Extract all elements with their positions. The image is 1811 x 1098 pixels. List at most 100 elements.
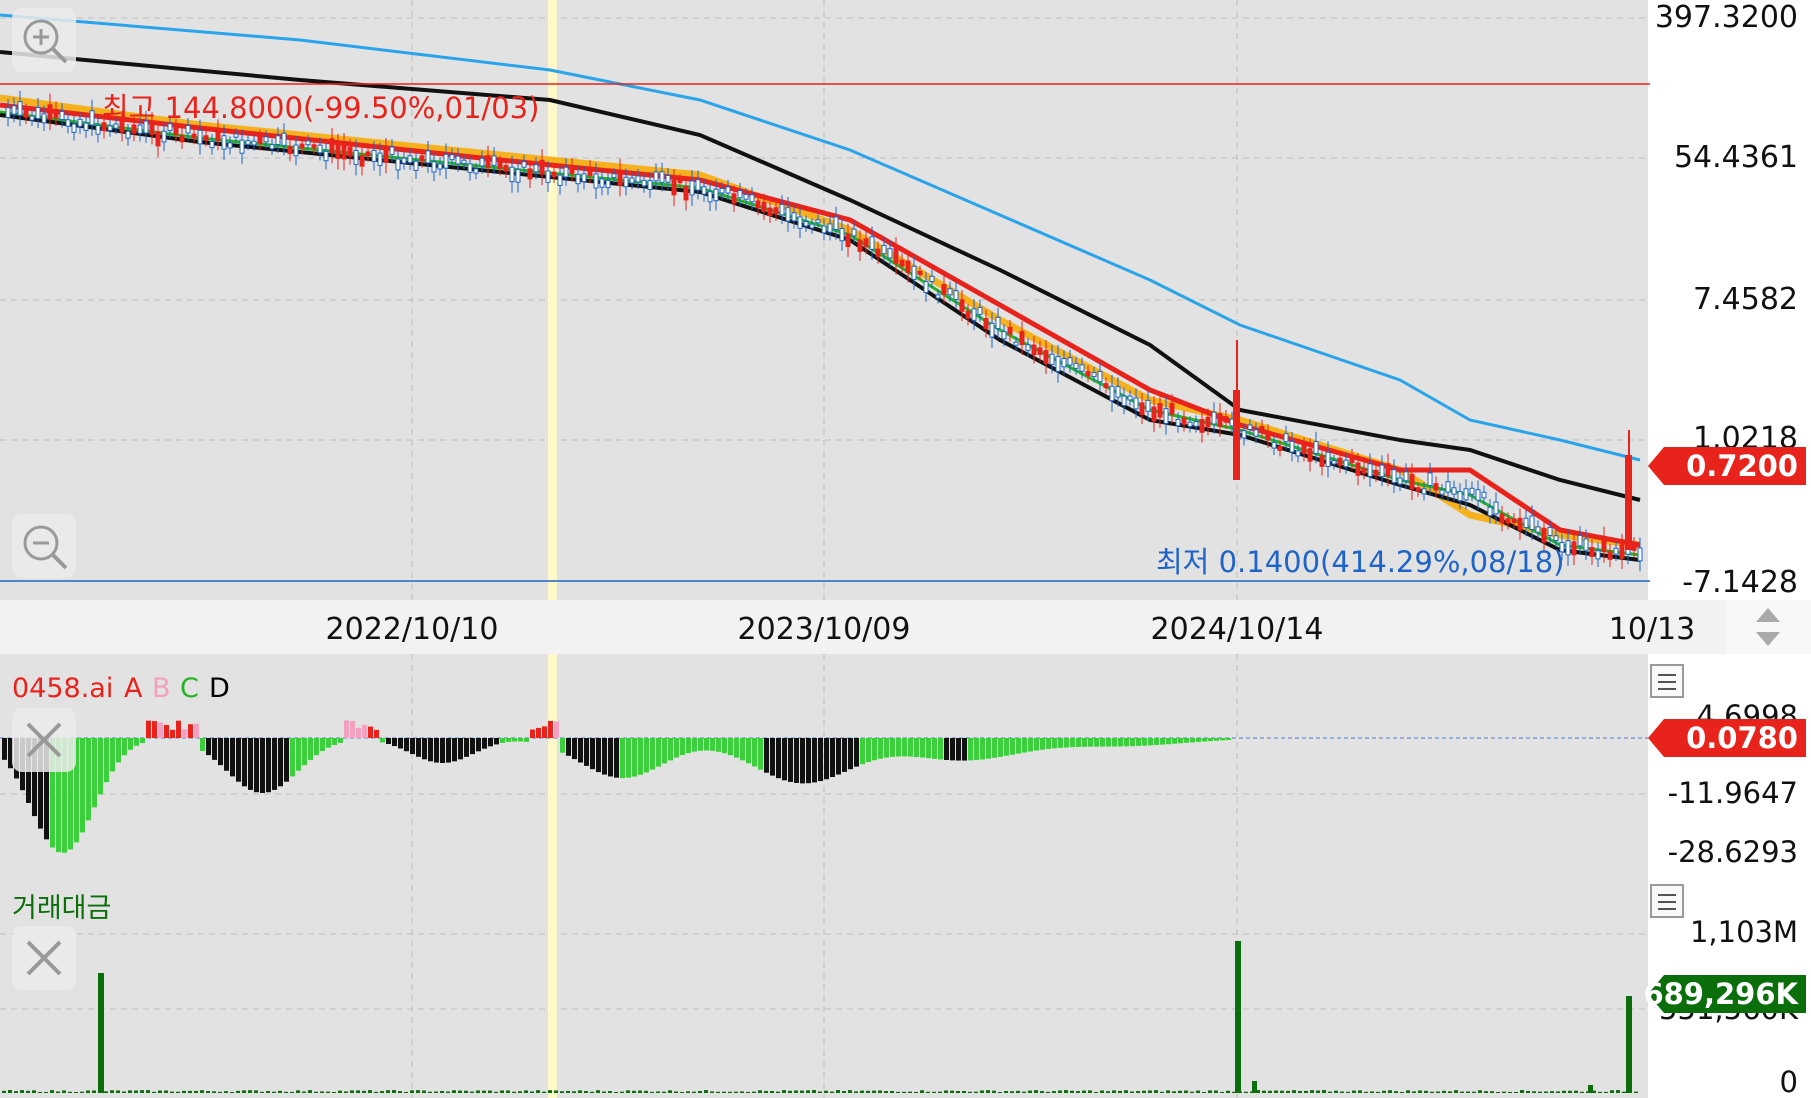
- volume-bar: [1430, 1091, 1434, 1093]
- volume-bar: [1574, 1090, 1578, 1093]
- oscillator-bar: [1124, 738, 1129, 747]
- candle-body: [1301, 445, 1307, 454]
- candle-body: [695, 179, 701, 191]
- candle-body: [1109, 385, 1115, 402]
- oscillator-bar: [308, 738, 313, 760]
- candle-body: [1457, 491, 1463, 502]
- volume-bar: [410, 1090, 414, 1093]
- price-chart-panel[interactable]: 최고 144.8000(-99.50%,01/03) 최저 0.1400(414…: [0, 0, 1811, 600]
- oscillator-bar: [704, 738, 709, 751]
- scroll-arrows-button[interactable]: [1726, 600, 1811, 654]
- oscillator-bar: [764, 738, 769, 773]
- candle-body: [701, 186, 707, 195]
- volume-bar: [968, 1091, 972, 1093]
- oscillator-bar: [668, 738, 673, 761]
- volume-bar: [746, 1091, 750, 1093]
- volume-bar: [818, 1091, 822, 1093]
- volume-bar: [752, 1091, 756, 1093]
- candle-body: [875, 248, 881, 257]
- candle-body: [659, 171, 665, 183]
- candle-body: [287, 146, 293, 155]
- candle-body: [389, 146, 395, 155]
- zoom-in-button[interactable]: [12, 8, 76, 72]
- volume-panel[interactable]: 거래대금 1,103M 551,560K 0 689,296K: [0, 874, 1811, 1098]
- date-axis-label: 10/13: [1609, 612, 1695, 647]
- candle-body: [533, 164, 539, 173]
- candle-body: [455, 155, 461, 165]
- candle-body: [791, 212, 797, 222]
- zoom-out-button[interactable]: [12, 514, 76, 578]
- volume-bar: [1400, 1091, 1404, 1093]
- candle-body: [1217, 413, 1223, 427]
- candle-body: [863, 238, 869, 247]
- volume-bar: [176, 1091, 180, 1093]
- volume-bar: [992, 1090, 996, 1093]
- volume-bar: [656, 1091, 660, 1093]
- volume-bar: [740, 1091, 744, 1093]
- volume-bar: [1196, 1090, 1200, 1093]
- volume-bar: [1634, 1091, 1638, 1093]
- volume-bar: [506, 1090, 510, 1093]
- candle-body: [1373, 469, 1379, 476]
- volume-menu-button[interactable]: [1650, 884, 1684, 918]
- oscillator-menu-button[interactable]: [1650, 664, 1684, 698]
- candle-body: [1091, 372, 1097, 377]
- price-chart[interactable]: 최고 144.8000(-99.50%,01/03) 최저 0.1400(414…: [0, 0, 1811, 600]
- volume-bar: [902, 1091, 906, 1093]
- volume-bar: [236, 1090, 240, 1093]
- volume-bar: [1274, 1090, 1278, 1093]
- oscillator-bar: [692, 738, 697, 752]
- volume-bar: [1316, 1090, 1320, 1093]
- oscillator-bar: [218, 738, 223, 766]
- volume-bar: [1436, 1091, 1440, 1093]
- volume-bar: [1220, 1091, 1224, 1093]
- oscillator-bar: [338, 738, 343, 743]
- oscillator-bar: [1064, 738, 1069, 748]
- volume-bar: [488, 1090, 492, 1093]
- volume-bar: [1100, 1090, 1104, 1093]
- candle-body: [59, 110, 65, 120]
- volume-bar: [1478, 1090, 1482, 1093]
- volume-bar: [866, 1090, 870, 1093]
- candle-body: [29, 115, 35, 121]
- volume-bar: [1484, 1091, 1488, 1093]
- volume-bar: [140, 1090, 144, 1093]
- oscillator-bar: [968, 738, 973, 761]
- volume-chart[interactable]: 거래대금 1,103M 551,560K 0 689,296K: [0, 874, 1811, 1098]
- volume-bar: [260, 1091, 264, 1093]
- volume-bar: [956, 1091, 960, 1093]
- volume-bar: [212, 1091, 216, 1093]
- candle-body: [263, 136, 269, 143]
- oscillator-panel[interactable]: 0458.ai A B C D 4.6998 -11.9647 -28.6293…: [0, 654, 1811, 874]
- oscillator-bar: [1178, 738, 1183, 744]
- volume-bar: [218, 1091, 222, 1093]
- candle-body: [479, 157, 485, 167]
- candle-body: [377, 152, 383, 167]
- volume-bar: [1626, 996, 1632, 1093]
- oscillator-bar: [896, 738, 901, 757]
- oscillator-bar: [908, 738, 913, 757]
- candle-body: [869, 236, 875, 250]
- oscillator-bar: [200, 738, 205, 752]
- oscillator-bar: [830, 738, 835, 778]
- candle-body: [1565, 540, 1571, 556]
- legend-a: A: [124, 673, 143, 704]
- volume-bar: [788, 1090, 792, 1093]
- candle-body: [443, 153, 449, 169]
- oscillator-bar: [980, 738, 985, 760]
- oscillator-bar: [584, 738, 589, 766]
- oscillator-bar: [608, 738, 613, 777]
- volume-bar: [776, 1091, 780, 1093]
- volume-bar: [1568, 1090, 1572, 1093]
- oscillator-chart[interactable]: 0458.ai A B C D 4.6998 -11.9647 -28.6293…: [0, 654, 1811, 874]
- volume-bar: [1244, 1091, 1248, 1093]
- volume-bar: [1322, 1090, 1326, 1093]
- volume-bar: [50, 1090, 54, 1093]
- oscillator-close-button[interactable]: [12, 708, 76, 772]
- volume-bar: [1058, 1090, 1062, 1093]
- volume-bar: [1424, 1090, 1428, 1093]
- candle-body: [1055, 355, 1061, 372]
- volume-bar: [1502, 1091, 1506, 1093]
- volume-close-button[interactable]: [12, 926, 76, 990]
- oscillator-bar: [1076, 738, 1081, 747]
